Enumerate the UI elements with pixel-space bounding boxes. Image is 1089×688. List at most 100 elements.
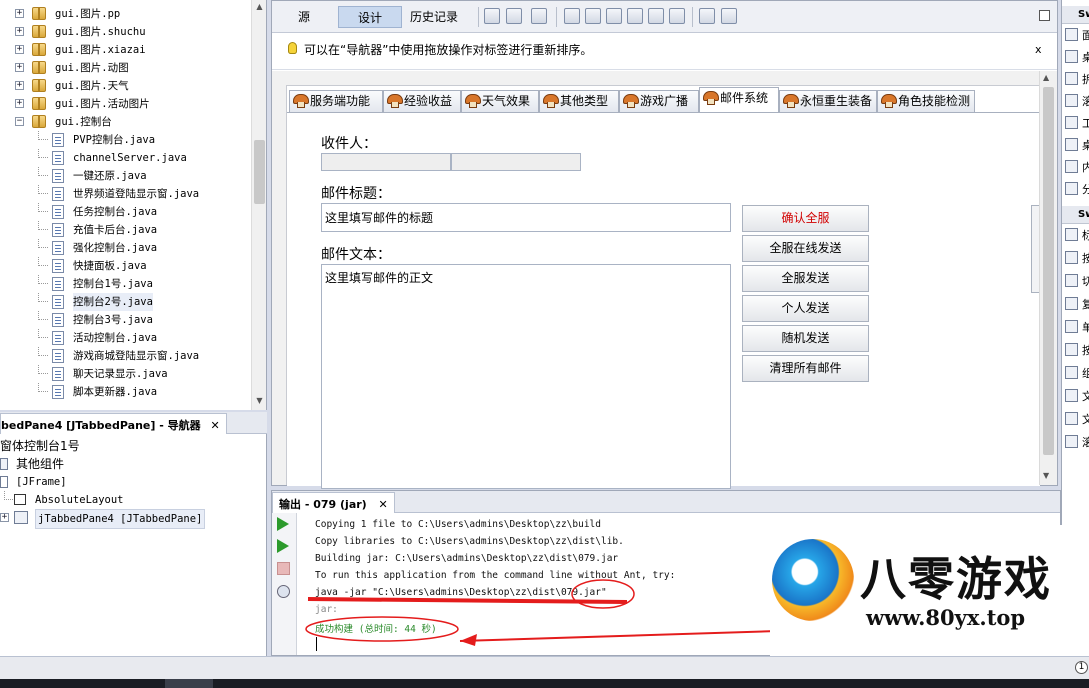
stop-icon[interactable] bbox=[277, 562, 290, 575]
tree-scrollbar[interactable]: ▲ ▼ bbox=[251, 0, 266, 410]
maximize-icon[interactable] bbox=[1039, 10, 1050, 21]
close-icon[interactable]: ✕ bbox=[379, 498, 388, 511]
expand-icon[interactable]: + bbox=[15, 63, 24, 72]
send-random-button[interactable]: 随机发送 bbox=[742, 325, 869, 352]
align-top-icon[interactable] bbox=[627, 8, 643, 24]
tree-package[interactable]: + gui.图片.活动图片 bbox=[0, 95, 250, 113]
align-right-icon[interactable] bbox=[585, 8, 601, 24]
output-tab[interactable]: 输出 - 079 (jar) ✕ bbox=[272, 492, 395, 513]
align-middle-icon[interactable] bbox=[669, 8, 685, 24]
resize-vertical-icon[interactable] bbox=[721, 8, 737, 24]
tab-4[interactable]: 游戏广播 bbox=[619, 90, 699, 112]
tree-file[interactable]: 聊天记录显示.java bbox=[0, 365, 250, 383]
tree-package[interactable]: + gui.图片.xiazai bbox=[0, 41, 250, 59]
tree-file[interactable]: 一键还原.java bbox=[0, 167, 250, 185]
tab-7[interactable]: 角色技能检测 bbox=[877, 90, 975, 112]
send-all-button[interactable]: 全服发送 bbox=[742, 265, 869, 292]
expand-icon[interactable]: + bbox=[15, 9, 24, 18]
palette-control-item[interactable]: 滚 bbox=[1062, 433, 1089, 451]
scroll-up-icon[interactable]: ▲ bbox=[1043, 73, 1049, 82]
tab-6[interactable]: 永恒重生装备 bbox=[779, 90, 877, 112]
palette-control-item[interactable]: 组 bbox=[1062, 364, 1089, 382]
tree-package[interactable]: + gui.图片.pp bbox=[0, 5, 250, 23]
tree-file[interactable]: 脚本更新器.java bbox=[0, 383, 250, 401]
align-center-icon[interactable] bbox=[606, 8, 622, 24]
palette-control-item[interactable]: 文 bbox=[1062, 387, 1089, 405]
tree-file[interactable]: 控制台3号.java bbox=[0, 311, 250, 329]
tree-file[interactable]: 控制台1号.java bbox=[0, 275, 250, 293]
tree-file[interactable]: 充值卡后台.java bbox=[0, 221, 250, 239]
send-all-online-button[interactable]: 全服在线发送 bbox=[742, 235, 869, 262]
palette-container-item[interactable]: 工 bbox=[1062, 114, 1089, 132]
canvas-scroll-thumb[interactable] bbox=[1043, 87, 1054, 455]
tree-file[interactable]: 世界频道登陆显示窗.java bbox=[0, 185, 250, 203]
tree-file[interactable]: 快捷面板.java bbox=[0, 257, 250, 275]
tree-package[interactable]: + gui.图片.shuchu bbox=[0, 23, 250, 41]
tree-package[interactable]: + gui.图片.动图 bbox=[0, 59, 250, 77]
clear-mail-button[interactable]: 清理所有邮件 bbox=[742, 355, 869, 382]
source-view-button[interactable]: 源 bbox=[284, 6, 324, 28]
expand-icon[interactable]: + bbox=[15, 81, 24, 90]
canvas-scrollbar[interactable]: ▲ ▼ bbox=[1039, 71, 1057, 485]
tree-package[interactable]: − gui.控制台 bbox=[0, 113, 250, 131]
tree-file[interactable]: channelServer.java bbox=[0, 149, 250, 167]
palette-container-item[interactable]: 桌 bbox=[1062, 48, 1089, 66]
scroll-down-icon[interactable]: ▼ bbox=[1043, 471, 1049, 480]
tree-file[interactable]: 活动控制台.java bbox=[0, 329, 250, 347]
palette-category-containers[interactable]: Sw bbox=[1062, 6, 1089, 24]
tab-3[interactable]: 其他类型 bbox=[539, 90, 619, 112]
scroll-up-icon[interactable]: ▲ bbox=[254, 2, 265, 12]
tree-file[interactable]: 强化控制台.java bbox=[0, 239, 250, 257]
palette-control-item[interactable]: 按 bbox=[1062, 341, 1089, 359]
align-bottom-icon[interactable] bbox=[648, 8, 664, 24]
align-left-icon[interactable] bbox=[564, 8, 580, 24]
recipient-field-2[interactable] bbox=[451, 153, 581, 171]
tab-5[interactable]: 邮件系统 bbox=[699, 87, 779, 112]
settings-icon[interactable] bbox=[277, 585, 290, 598]
nav-item-tabbedpane[interactable]: + jTabbedPane4 [JTabbedPane] bbox=[0, 509, 206, 529]
palette-container-item[interactable]: 滚 bbox=[1062, 92, 1089, 110]
expand-icon[interactable]: + bbox=[15, 27, 24, 36]
subject-input[interactable]: 这里填写邮件的标题 bbox=[321, 203, 731, 232]
expand-icon[interactable]: + bbox=[0, 513, 9, 522]
tree-file[interactable]: 任务控制台.java bbox=[0, 203, 250, 221]
palette-container-item[interactable]: 面 bbox=[1062, 26, 1089, 44]
palette-control-item[interactable]: 单 bbox=[1062, 318, 1089, 336]
expand-icon[interactable]: + bbox=[15, 99, 24, 108]
taskbar-item[interactable] bbox=[165, 679, 213, 688]
send-personal-button[interactable]: 个人发送 bbox=[742, 295, 869, 322]
rerun-icon[interactable] bbox=[277, 517, 289, 531]
expand-icon[interactable]: − bbox=[15, 117, 24, 126]
tree-package[interactable]: + gui.图片.天气 bbox=[0, 77, 250, 95]
palette-container-item[interactable]: 桌 bbox=[1062, 136, 1089, 154]
palette-control-item[interactable]: 标 bbox=[1062, 226, 1089, 244]
rerun-different-icon[interactable] bbox=[277, 539, 289, 553]
resize-horizontal-icon[interactable] bbox=[699, 8, 715, 24]
palette-control-item[interactable]: 复 bbox=[1062, 295, 1089, 313]
navigator-tab[interactable]: bedPane4 [JTabbedPane] - 导航器 ✕ bbox=[0, 413, 227, 434]
tree-file[interactable]: PVP控制台.java bbox=[0, 131, 250, 149]
scroll-down-icon[interactable]: ▼ bbox=[254, 396, 265, 406]
design-view-button[interactable]: 设计 bbox=[338, 6, 402, 28]
tab-2[interactable]: 天气效果 bbox=[461, 90, 539, 112]
confirm-all-button[interactable]: 确认全服 bbox=[742, 205, 869, 232]
palette-control-item[interactable]: 切 bbox=[1062, 272, 1089, 290]
connection-mode-icon[interactable] bbox=[506, 8, 522, 24]
notification-badge[interactable]: 1 bbox=[1075, 661, 1088, 674]
tree-file[interactable]: 控制台2号.java bbox=[0, 293, 250, 311]
tab-1[interactable]: 经验收益 bbox=[383, 90, 461, 112]
palette-control-item[interactable]: 文 bbox=[1062, 410, 1089, 428]
close-icon[interactable]: ✕ bbox=[210, 419, 219, 432]
expand-icon[interactable]: + bbox=[15, 45, 24, 54]
tab-0[interactable]: 服务端功能 bbox=[289, 90, 383, 112]
palette-control-item[interactable]: 按 bbox=[1062, 249, 1089, 267]
nav-item-form[interactable]: 窗体控制台1号 bbox=[0, 437, 80, 455]
history-view-button[interactable]: 历史记录 bbox=[406, 6, 462, 28]
palette-container-item[interactable]: 分 bbox=[1062, 180, 1089, 198]
palette-container-item[interactable]: 拆 bbox=[1062, 70, 1089, 88]
preview-design-icon[interactable] bbox=[531, 8, 547, 24]
tree-scroll-thumb[interactable] bbox=[254, 140, 265, 204]
recipient-field-1[interactable] bbox=[321, 153, 451, 171]
hint-close-button[interactable]: x bbox=[1035, 34, 1042, 66]
selection-mode-icon[interactable] bbox=[484, 8, 500, 24]
